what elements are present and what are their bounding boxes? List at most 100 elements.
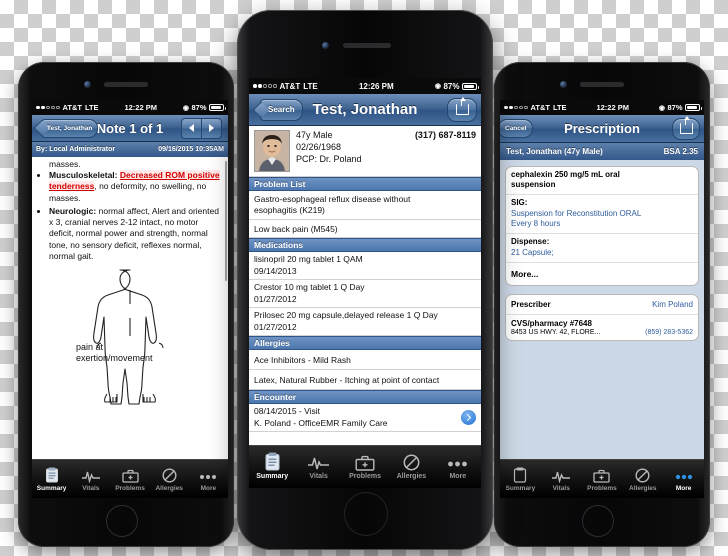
tab-allergies-center[interactable]: Allergies <box>388 446 434 488</box>
location-icon-left: ◉ <box>182 104 189 112</box>
section-header-medications: Medications <box>249 238 481 252</box>
section-title-medications: Medications <box>254 240 304 250</box>
tab-allergies-right[interactable]: Allergies <box>622 460 663 498</box>
waveform-icon <box>308 454 330 471</box>
ellipsis-icon <box>446 454 469 471</box>
tab-label-more-left: More <box>200 485 217 492</box>
prescription-card[interactable]: cephalexin 250 mg/5 mL oral suspension S… <box>505 166 699 286</box>
rx-sig-label: SIG: <box>511 197 528 207</box>
pharmacy-address: 8453 US HWY. 42, FLORE... <box>511 328 601 336</box>
patient-context-name: Test, Jonathan (47y Male) <box>506 147 603 156</box>
network-label-right: LTE <box>552 103 567 112</box>
chevron-right-icon[interactable] <box>461 410 476 425</box>
signal-dots-icon-right <box>504 105 528 110</box>
rx-more-link[interactable]: More... <box>506 263 698 285</box>
scrollbar-left[interactable] <box>224 161 227 281</box>
tab-summary-left[interactable]: Summary <box>32 460 71 498</box>
tab-more-center[interactable]: More <box>435 446 481 488</box>
medical-bag-icon <box>355 454 375 471</box>
earpiece-speaker-right <box>580 82 624 87</box>
list-item[interactable]: Gastro-esophageal reflux disease without… <box>249 191 481 220</box>
waveform-icon <box>81 466 100 483</box>
signal-dots-icon-center <box>253 84 277 88</box>
list-item[interactable]: lisinopril 20 mg tablet 1 QAM 09/14/2013 <box>249 252 481 280</box>
screen-right: AT&T LTE 12:22 PM ◉ 87% Cancel Prescript… <box>500 100 704 498</box>
no-entry-icon <box>635 466 650 483</box>
tab-label-allergies-center: Allergies <box>396 473 427 480</box>
tab-problems-right[interactable]: Problems <box>582 460 623 498</box>
share-icon <box>455 97 469 115</box>
prescriber-pharmacy-card[interactable]: Prescriber Kim Poland CVS/pharmacy #7648… <box>505 293 699 341</box>
tab-label-more-right: More <box>675 485 692 492</box>
list-item[interactable]: Low back pain (M545) <box>249 220 481 238</box>
med-2-line2: 01/27/2012 <box>254 321 297 332</box>
list-item[interactable]: Prilosec 20 mg capsule,delayed release 1… <box>249 308 481 336</box>
list-item[interactable]: Crestor 10 mg tablet 1 Q Day 01/27/2012 <box>249 280 481 308</box>
earpiece-speaker-left <box>104 82 148 87</box>
pharmacy-row: CVS/pharmacy #7648 8453 US HWY. 42, FLOR… <box>506 315 698 340</box>
tab-allergies-left[interactable]: Allergies <box>150 460 189 498</box>
screen-center: AT&T LTE 12:26 PM ◉ 87% Search Test, Jon… <box>249 78 481 488</box>
home-button-right[interactable] <box>582 505 614 537</box>
medical-bag-icon <box>593 466 611 483</box>
phone-right: AT&T LTE 12:22 PM ◉ 87% Cancel Prescript… <box>494 62 710 547</box>
earpiece-speaker-center <box>343 43 391 48</box>
patient-details: 47y Male (317) 687-8119 02/26/1968 PCP: … <box>290 130 476 172</box>
location-icon-right: ◉ <box>658 104 665 112</box>
back-button-left[interactable]: Test, Jonathan <box>41 118 99 138</box>
home-button-left[interactable] <box>106 505 138 537</box>
battery-icon-center <box>462 82 479 90</box>
next-note-button[interactable] <box>201 117 222 139</box>
note-author: By: Local Administrator <box>36 146 116 153</box>
note-pager-left[interactable] <box>181 117 222 139</box>
tab-summary-right[interactable]: Summary <box>500 460 541 498</box>
tabbar-right[interactable]: Summary Vitals Problems Allergies More <box>500 459 704 498</box>
share-button-center[interactable] <box>447 97 477 122</box>
list-item[interactable]: Latex, Natural Rubber - Itching at point… <box>249 370 481 390</box>
med-1-line2: 01/27/2012 <box>254 293 297 304</box>
navbar-right: Cancel Prescription <box>500 115 704 143</box>
section-header-problem-list: Problem List <box>249 177 481 191</box>
tab-problems-left[interactable]: Problems <box>110 460 149 498</box>
med-1-line1: Crestor 10 mg tablet 1 Q Day <box>254 282 365 293</box>
tabbar-center[interactable]: Summary Vitals Problems Allergies More <box>249 445 481 488</box>
search-button-center[interactable]: Search <box>260 98 303 121</box>
clipboard-icon <box>45 466 59 483</box>
tab-vitals-left[interactable]: Vitals <box>71 460 110 498</box>
note-item-1-label: Neurologic: <box>49 205 97 216</box>
prev-note-button[interactable] <box>181 117 201 139</box>
home-button-center[interactable] <box>344 492 388 536</box>
network-label-center: LTE <box>303 81 318 91</box>
share-button-right[interactable] <box>672 116 700 140</box>
patient-header-center[interactable]: 47y Male (317) 687-8119 02/26/1968 PCP: … <box>249 126 481 177</box>
list-item[interactable]: 08/14/2015 - Visit K. Poland - OfficeEMR… <box>249 404 481 432</box>
front-camera-left <box>84 81 91 88</box>
tabbar-left[interactable]: Summary Vitals Problems Allergies More <box>32 459 228 498</box>
front-camera-center <box>322 42 329 49</box>
note-item-musculoskeletal: Musculoskeletal: Decreased ROM positive … <box>49 170 220 204</box>
list-item[interactable]: Ace Inhibitors - Mild Rash <box>249 350 481 370</box>
clipboard-icon <box>264 452 281 471</box>
tab-vitals-center[interactable]: Vitals <box>295 446 341 488</box>
rx-dispense-row: Dispense: 21 Capsule; <box>506 234 698 263</box>
tab-problems-center[interactable]: Problems <box>342 446 388 488</box>
section-title-encounter: Encounter <box>254 392 297 402</box>
tab-vitals-right[interactable]: Vitals <box>541 460 582 498</box>
tab-label-problems-center: Problems <box>349 473 381 480</box>
problem-1-line1: Low back pain (M545) <box>254 223 338 234</box>
tab-summary-center[interactable]: Summary <box>249 446 295 488</box>
front-camera-right <box>560 81 567 88</box>
summary-list-center[interactable]: Problem List Gastro-esophageal reflux di… <box>249 177 481 462</box>
status-bar-left: AT&T LTE 12:22 PM ◉ 87% <box>32 100 228 115</box>
tab-more-left[interactable]: More <box>189 460 228 498</box>
tab-more-right[interactable]: More <box>663 460 704 498</box>
section-title-problem-list: Problem List <box>254 179 306 189</box>
tab-label-vitals-right: Vitals <box>552 485 570 492</box>
encounter-0-line1: 08/14/2015 - Visit <box>254 406 320 417</box>
phone-center: AT&T LTE 12:26 PM ◉ 87% Search Test, Jon… <box>237 10 493 550</box>
cancel-button-right[interactable]: Cancel <box>500 119 534 138</box>
note-body-left[interactable]: masses. Musculoskeletal: Decreased ROM p… <box>32 157 228 498</box>
diagram-annotation: pain at exertion/movement <box>76 342 153 365</box>
ellipsis-icon <box>198 466 218 483</box>
tab-label-summary-left: Summary <box>36 485 67 492</box>
